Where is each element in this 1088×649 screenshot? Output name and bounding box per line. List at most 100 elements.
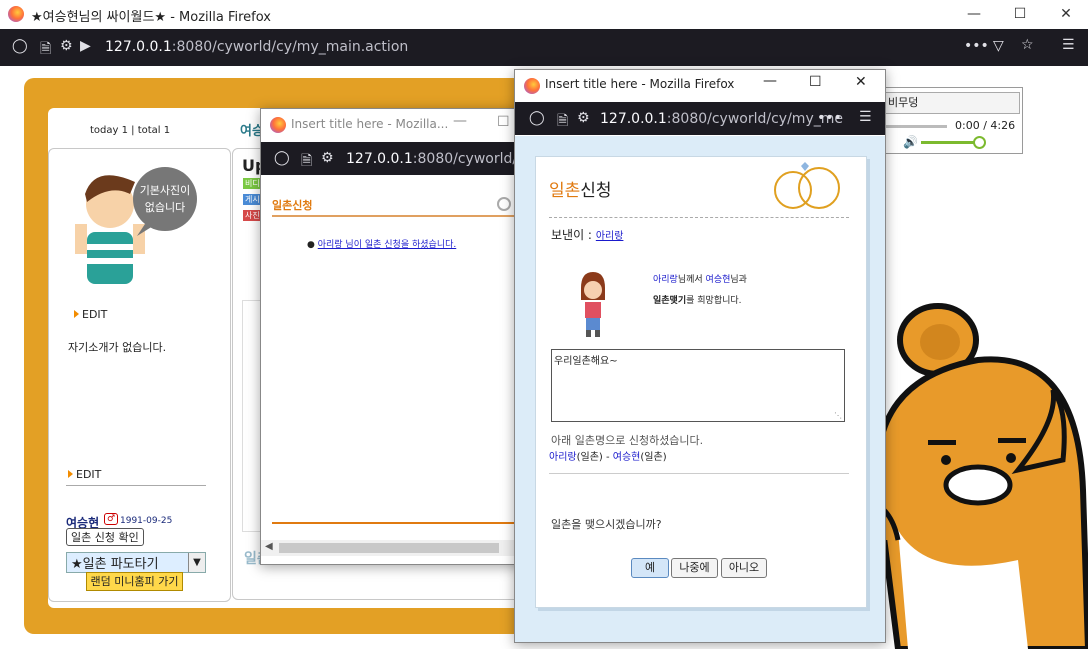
browser-titlebar: ★여승현님의 싸이월드★ - Mozilla Firefox — ☐ ✕ [0,0,1088,29]
url-field[interactable]: 127.0.0.1:8080/cyworld/cy/my_main.action [105,39,408,55]
no-button[interactable]: 아니오 [721,558,767,578]
tag-photo: 사진 [243,210,262,221]
popup1-heading: 일촌신청 [272,199,313,212]
popup1-title: Insert title here - Mozilla... [291,117,449,131]
more-icon[interactable]: ••• [817,110,842,126]
permissions-icon[interactable]: ⚙ [321,150,334,166]
url-host: 127.0.0.1 [600,111,667,127]
wave-dropdown[interactable]: ★일촌 파도타기 ▼ [66,552,206,573]
audio-track-label: 비무덩 [885,92,1020,114]
shield-icon[interactable]: ◯ [12,38,28,54]
applied-name-1: 아리랑 [549,452,577,463]
scroll-left-icon[interactable]: ◀ [265,541,273,552]
couple-doodle-icon [774,162,840,209]
horizontal-scrollbar[interactable]: ◀ [261,540,529,556]
random-hompy-button[interactable]: 랜덤 미니홈피 가기 [86,572,183,591]
applied-name-2: 여승현 [612,452,641,463]
menu-icon[interactable]: ☰ [1062,37,1075,53]
svg-text:없습니다: 없습니다 [145,201,185,214]
request-message-line1: 아리랑님께서 여승현님과 [653,272,747,285]
popup1-minimize-button[interactable]: — [453,113,467,129]
popup2-close-button[interactable]: ✕ [855,74,867,90]
window-title: ★여승현님의 싸이월드★ - Mozilla Firefox [31,10,271,25]
msg-text-2: 님과 [730,275,747,285]
later-button[interactable]: 나중에 [671,558,718,578]
msg-name-1: 아리랑 [653,275,678,285]
deco-circle-icon [497,197,511,211]
shield-icon[interactable]: ◯ [274,150,290,166]
page-icon: 🗎 [301,153,313,169]
msg-name-2: 여승현 [705,275,731,285]
request-check-button[interactable]: 일촌 신청 확인 [66,528,144,546]
audio-time: 0:00 / 4:26 [955,119,1016,132]
pocket-icon[interactable]: ▽ [993,38,1004,54]
sender-label: 보낸이 : [551,228,592,242]
resize-handle-icon[interactable]: ⋱ [834,411,842,420]
default-avatar-image: 기본사진이 없습니다 [75,167,197,284]
url-path: :8080/cyworld/c [412,151,525,167]
request-link[interactable]: 아리랑 님이 일촌 신청을 하셨습니다. [318,240,457,250]
volume-knob[interactable] [973,136,986,149]
page-icon: 🗎 [40,41,52,57]
popup1-heading-rule [272,215,528,217]
question-divider [549,473,849,474]
applied-rel-1: (일촌) - [576,452,613,463]
page-icon: 🗎 [557,113,569,129]
volume-icon[interactable]: 🔊 [903,135,918,149]
chevron-down-icon[interactable]: ▼ [188,553,205,572]
applied-text: 아래 일촌명으로 신청하셨습니다. [551,434,704,447]
audio-progress[interactable] [885,125,947,128]
popup2-url[interactable]: 127.0.0.1:8080/cyworld/cy/my_me [600,111,843,127]
popup1-footer-rule [272,522,528,524]
popup2-title: Insert title here - Mozilla Firefox [545,77,735,91]
svg-text:기본사진이: 기본사진이 [140,184,191,197]
popup2-titlebar: Insert title here - Mozilla Firefox — ☐ … [515,70,885,100]
audio-player: 비무덩 0:00 / 4:26 🔊 [880,87,1023,154]
edit-photo-link[interactable]: EDIT [74,308,107,321]
url-path: :8080/cyworld/cy/my_main.action [171,39,409,55]
scroll-thumb[interactable] [279,543,499,553]
volume-slider[interactable] [921,141,977,144]
heading-divider [549,217,849,218]
intro-text: 자기소개가 없습니다. [68,341,167,354]
popup2-maximize-button[interactable]: ☐ [809,74,822,90]
owner-birth: 1991-09-25 [120,516,173,526]
popup1-urlbar: ◯ 🗎 ⚙ 127.0.0.1:8080/cyworld/c [261,142,529,175]
ryan-character-image [868,303,1088,649]
msg-text-1: 님께서 [677,275,706,285]
tag-video: 비디 [243,178,262,189]
close-button[interactable]: ✕ [1043,0,1088,29]
sender-row: 보낸이 : 아리랑 [551,226,623,243]
sender-link[interactable]: 아리랑 [596,231,624,242]
request-message-line2: 일촌맺기를 희망합니다. [653,293,742,306]
permissions-icon[interactable]: ⚙ [60,38,73,54]
edit-intro-link[interactable]: EDIT [68,468,101,481]
bookmark-star-icon[interactable]: ☆ [1021,37,1034,53]
message-textarea[interactable]: 우리일촌해요~ ⋱ [551,349,845,422]
autoplay-blocked-icon[interactable]: ▶ [80,38,91,54]
maximize-button[interactable]: ☐ [997,0,1043,29]
applied-rel-2: (일촌) [640,452,667,463]
menu-icon[interactable]: ☰ [859,109,872,125]
heading-request: 신청 [580,181,612,201]
msg-tail: 를 희망합니다. [686,296,742,306]
shield-icon[interactable]: ◯ [529,110,545,126]
minimi-character-image [581,272,605,337]
popup-window-ilchon-request: Insert title here - Mozilla Firefox — ☐ … [514,69,886,643]
permissions-icon[interactable]: ⚙ [577,110,590,126]
popup2-urlbar: ◯ 🗎 ⚙ 127.0.0.1:8080/cyworld/cy/my_me ••… [515,102,885,135]
yes-button[interactable]: 예 [631,558,669,578]
popup1-maximize-button[interactable]: ☐ [497,114,510,130]
firefox-icon [270,117,286,133]
request-list-item: ● 아리랑 님이 일촌 신청을 하셨습니다. [307,240,457,250]
divider [66,485,206,486]
ilchon-card-heading: 일촌신청 [549,176,612,201]
firefox-icon [524,78,540,94]
minimize-button[interactable]: — [951,0,997,29]
url-host: 127.0.0.1 [105,39,172,55]
popup1-url[interactable]: 127.0.0.1:8080/cyworld/c [346,151,525,167]
gender-icon: ♂ [104,513,119,525]
tag-board: 게시 [243,194,262,205]
more-icon[interactable]: ••• [964,38,989,54]
popup2-minimize-button[interactable]: — [763,73,777,89]
